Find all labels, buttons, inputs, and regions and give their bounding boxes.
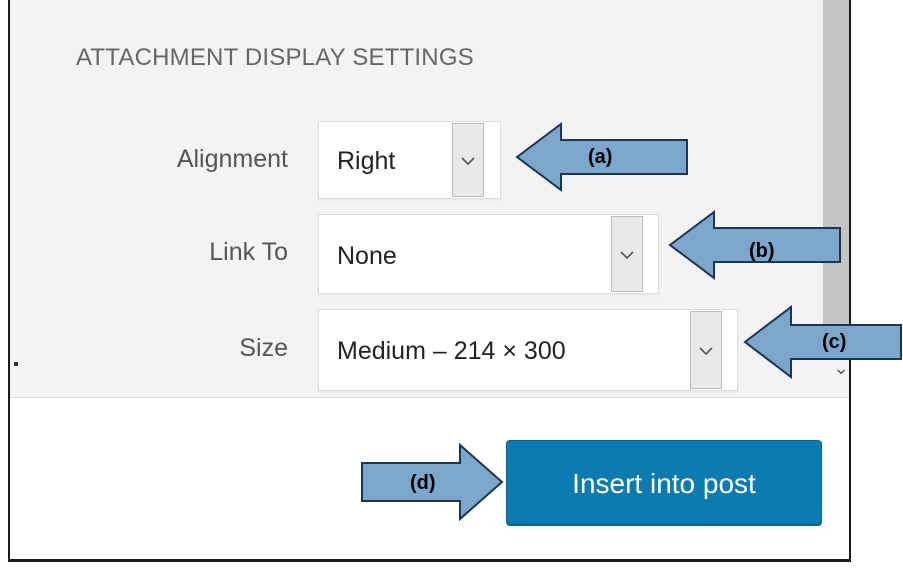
annotation-label-c: (c) <box>822 331 847 353</box>
divider-mark <box>14 362 18 366</box>
link-to-label: Link To <box>209 238 288 266</box>
section-title: ATTACHMENT DISPLAY SETTINGS <box>76 44 474 71</box>
scrollbar[interactable] <box>823 0 849 360</box>
annotation-label-b: (b) <box>749 240 775 262</box>
size-value: Medium – 214 × 300 <box>337 337 566 365</box>
chevron-down-icon <box>461 157 475 166</box>
link-to-select[interactable]: None <box>318 214 659 294</box>
link-to-dropdown-button[interactable] <box>611 216 643 292</box>
insert-into-post-button[interactable]: Insert into post <box>506 440 822 526</box>
alignment-value: Right <box>337 147 396 175</box>
size-dropdown-button[interactable] <box>690 311 722 389</box>
annotation-label-d: (d) <box>410 472 436 494</box>
size-select[interactable]: Medium – 214 × 300 <box>318 309 738 391</box>
link-to-value: None <box>337 242 397 270</box>
annotation-label-a: (a) <box>588 146 613 168</box>
size-label: Size <box>239 334 288 362</box>
chevron-down-icon <box>699 347 713 356</box>
alignment-label: Alignment <box>176 145 288 173</box>
chevron-down-icon <box>620 251 634 260</box>
alignment-select[interactable]: Right <box>318 121 501 199</box>
alignment-dropdown-button[interactable] <box>452 123 484 197</box>
